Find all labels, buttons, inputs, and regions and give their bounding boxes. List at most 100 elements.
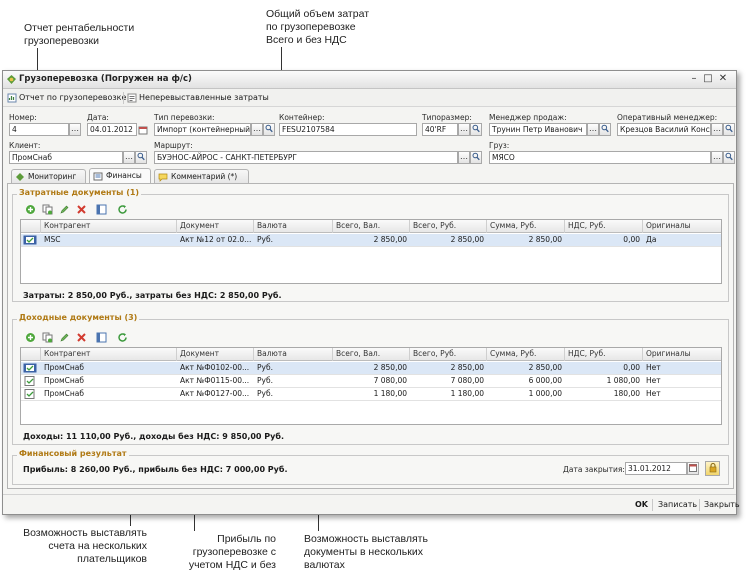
annotation-total-costs: Общий объем затрат по грузоперевозке Все… (266, 8, 370, 46)
magnifier-icon (725, 124, 733, 133)
sales-manager-label: Менеджер продаж: (489, 113, 567, 122)
profitability-report-button[interactable]: Отчет по грузоперевозке (19, 92, 126, 104)
column-header[interactable]: Валюта (254, 348, 333, 361)
edit-icon[interactable] (59, 204, 70, 215)
maximize-button[interactable]: □ (702, 73, 714, 85)
column-header[interactable]: НДС, Руб. (565, 220, 643, 233)
transport-type-field[interactable]: Импорт (контейнерный) (154, 123, 251, 136)
document-posted-icon (23, 235, 37, 245)
income-grid[interactable]: Контрагент Документ Валюта Всего, Вал. В… (20, 347, 722, 425)
copy-icon[interactable] (42, 332, 53, 343)
container-label: Контейнер: (279, 113, 325, 122)
column-header[interactable]: НДС, Руб. (565, 348, 643, 361)
add-icon[interactable] (25, 332, 36, 343)
column-header[interactable]: Сумма, Руб. (487, 220, 565, 233)
finance-icon (93, 172, 103, 181)
table-row[interactable]: ПромСнаб Акт №Ф0127-00... Руб. 1 180,00 … (21, 388, 721, 401)
unbilled-costs-button[interactable]: Неперевыставленные затраты (139, 92, 269, 104)
column-header[interactable]: Контрагент (41, 220, 177, 233)
size-type-open-button[interactable] (470, 123, 482, 136)
column-header[interactable]: Документ (177, 348, 254, 361)
income-title: Доходные документы (3) (17, 313, 140, 322)
tab-comment[interactable]: Комментарий (*) (154, 169, 249, 183)
route-field[interactable]: БУЭНОС-АЙРОС - САНКТ-ПЕТЕРБУРГ (154, 151, 458, 164)
sales-manager-open-button[interactable] (599, 123, 611, 136)
ops-manager-field[interactable]: Крезцов Василий Констант (617, 123, 711, 136)
magnifier-icon (265, 124, 273, 133)
route-open-button[interactable] (470, 151, 482, 164)
table-row[interactable]: ПромСнаб Акт №Ф0102-00... Руб. 2 850,00 … (21, 362, 721, 375)
delete-icon[interactable] (76, 204, 87, 215)
table-row[interactable]: MSC Акт №12 от 02.0... Руб. 2 850,00 2 8… (21, 234, 721, 247)
close-date-calendar-button[interactable] (687, 462, 699, 475)
size-type-label: Типоразмер: (422, 113, 472, 122)
column-header[interactable]: Оригиналы (643, 220, 721, 233)
route-label: Маршрут: (154, 141, 193, 150)
table-row[interactable]: ПромСнаб Акт №Ф0115-00... Руб. 7 080,00 … (21, 375, 721, 388)
annotation-profit-vat: Прибыль по грузоперевозке с учетом НДС и… (188, 533, 276, 571)
sales-manager-field[interactable]: Трунин Петр Иванович (489, 123, 587, 136)
annotation-multi-payers: Возможность выставлять счета на нескольк… (23, 527, 147, 565)
delete-icon[interactable] (76, 332, 87, 343)
close-window-button[interactable]: ✕ (717, 73, 729, 85)
sales-manager-select-button[interactable]: … (587, 123, 599, 136)
magnifier-icon (725, 152, 733, 161)
tab-monitoring[interactable]: Мониторинг (11, 169, 86, 183)
ops-manager-select-button[interactable]: … (711, 123, 723, 136)
column-header[interactable]: Документ (177, 220, 254, 233)
client-open-button[interactable] (135, 151, 147, 164)
column-header[interactable]: Всего, Руб. (410, 348, 487, 361)
column-header[interactable]: Всего, Руб. (410, 220, 487, 233)
tab-finance[interactable]: Финансы (89, 168, 151, 183)
transport-type-select-button[interactable]: … (251, 123, 263, 136)
save-button[interactable]: Записать (658, 500, 697, 509)
number-field[interactable]: 4 (9, 123, 69, 136)
column-header[interactable]: Оригиналы (643, 348, 721, 361)
copy-icon[interactable] (42, 204, 53, 215)
shipment-window: Грузоперевозка (Погружен на ф/с) – □ ✕ О… (2, 70, 740, 515)
ops-manager-open-button[interactable] (723, 123, 735, 136)
add-icon[interactable] (25, 204, 36, 215)
cargo-open-button[interactable] (723, 151, 735, 164)
calendar-icon[interactable] (138, 125, 148, 135)
column-header[interactable]: Всего, Вал. (333, 220, 410, 233)
column-header (21, 348, 41, 361)
transport-type-open-button[interactable] (263, 123, 275, 136)
shipment-app-icon (7, 75, 16, 84)
refresh-icon[interactable] (117, 332, 128, 343)
financial-result-title: Финансовый результат (17, 449, 129, 458)
footer-separator (652, 499, 653, 511)
date-field[interactable]: 04.01.2012 (87, 123, 137, 136)
expenses-grid[interactable]: Контрагент Документ Валюта Всего, Вал. В… (20, 219, 722, 284)
client-label: Клиент: (9, 141, 41, 150)
client-select-button[interactable]: … (123, 151, 135, 164)
window-titlebar: Грузоперевозка (Погружен на ф/с) – □ ✕ (3, 71, 736, 89)
window-footer-divider (3, 494, 736, 495)
document-posted-icon (24, 376, 35, 386)
column-header[interactable]: Всего, Вал. (333, 348, 410, 361)
route-select-button[interactable]: … (458, 151, 470, 164)
table-settings-icon[interactable] (96, 204, 107, 215)
size-type-select-button[interactable]: … (458, 123, 470, 136)
cargo-field[interactable]: МЯСО (489, 151, 711, 164)
refresh-icon[interactable] (117, 204, 128, 215)
income-grid-header: Контрагент Документ Валюта Всего, Вал. В… (21, 348, 721, 361)
column-header[interactable]: Валюта (254, 220, 333, 233)
container-field[interactable]: FESU2107584 (279, 123, 417, 136)
lock-button[interactable] (705, 461, 720, 476)
number-label: Номер: (9, 113, 37, 122)
close-button[interactable]: Закрыть (704, 500, 740, 509)
cargo-select-button[interactable]: … (711, 151, 723, 164)
edit-icon[interactable] (59, 332, 70, 343)
magnifier-icon (472, 124, 480, 133)
column-header[interactable]: Сумма, Руб. (487, 348, 565, 361)
expenses-grid-header: Контрагент Документ Валюта Всего, Вал. В… (21, 220, 721, 233)
number-select-button[interactable]: … (69, 123, 81, 136)
close-date-field[interactable]: 31.01.2012 (625, 462, 687, 475)
table-settings-icon[interactable] (96, 332, 107, 343)
minimize-button[interactable]: – (688, 73, 700, 85)
column-header[interactable]: Контрагент (41, 348, 177, 361)
client-field[interactable]: ПромСнаб (9, 151, 123, 164)
size-type-field[interactable]: 40'RF (422, 123, 458, 136)
ok-button[interactable]: OK (635, 500, 648, 509)
